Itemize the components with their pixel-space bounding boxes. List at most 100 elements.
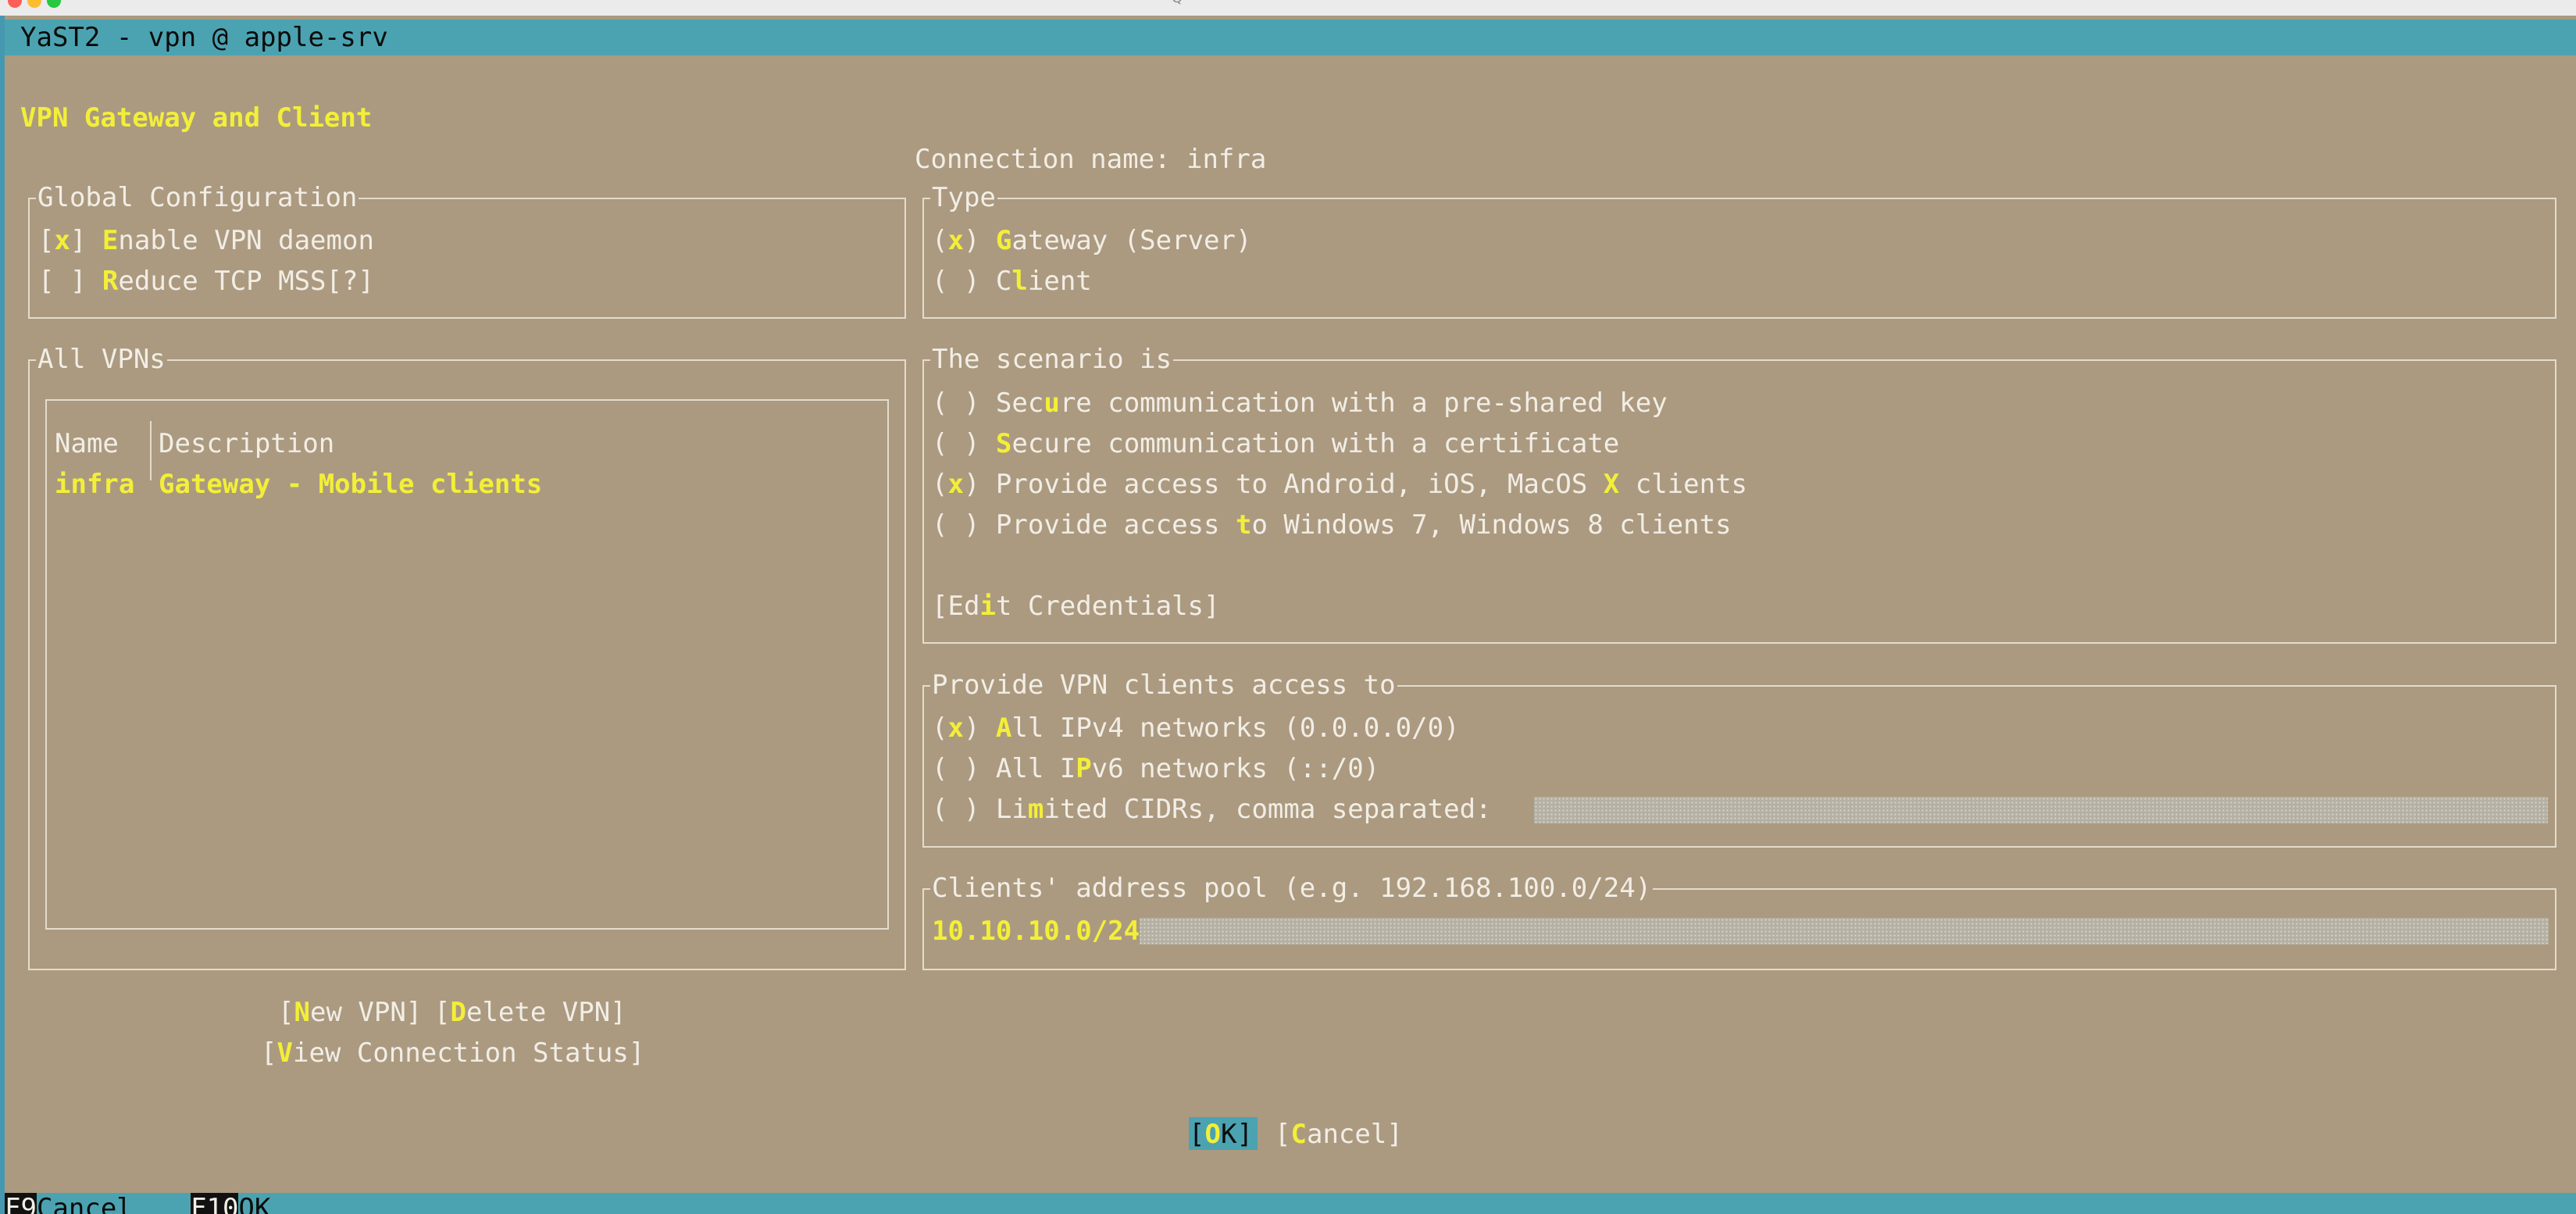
dialog-heading: VPN Gateway and Client (20, 102, 373, 134)
radio-label: re communication with a pre-shared key (1059, 387, 1668, 419)
hotkey: A (995, 712, 1012, 744)
scenario-windows-clients-radio[interactable]: ( ) Provide access to Windows 7, Windows… (932, 509, 1732, 541)
hotkey: t (1235, 509, 1252, 541)
minimize-window-icon[interactable] (27, 0, 41, 8)
function-key-bar: F9Cancel F10OK (5, 1193, 2576, 1214)
column-header-name[interactable]: Name (55, 428, 119, 459)
function-key: F10 (191, 1193, 239, 1214)
radio-label-pre: C (995, 266, 1012, 297)
radio-label: ient (1027, 266, 1092, 297)
f10-ok-key[interactable]: F10OK (191, 1193, 270, 1214)
reduce-tcp-mss-checkbox[interactable]: [ ] Reduce TCP MSS[?] (38, 266, 374, 297)
type-frame: Type (922, 182, 2556, 319)
zoom-window-icon[interactable] (47, 0, 61, 8)
hotkey: D (450, 997, 466, 1028)
hotkey: P (1076, 753, 1092, 784)
f9-cancel-key[interactable]: F9Cancel (5, 1193, 133, 1214)
function-key: F9 (5, 1193, 37, 1214)
radio-mark: x (947, 469, 964, 500)
column-separator (150, 421, 152, 480)
close-window-icon[interactable] (8, 0, 22, 8)
address-pool-input[interactable] (932, 918, 2549, 944)
hotkey: R (102, 266, 119, 297)
window-title: YaST2 - vpn @ apple-srv (20, 22, 388, 53)
checkbox-label: educe TCP MSS[?] (118, 266, 374, 297)
hotkey: X (1603, 469, 1620, 500)
hotkey: E (102, 225, 119, 256)
radio-label-pre: Li (995, 794, 1028, 825)
radio-mark (947, 753, 963, 784)
vpn-description-cell: Gateway - Mobile clients (159, 469, 543, 500)
type-title: Type (930, 182, 997, 213)
radio-label-pre: Sec (995, 387, 1044, 419)
hotkey: l (1011, 266, 1028, 297)
radio-mark: x (947, 712, 964, 744)
edit-credentials-button[interactable]: [Edit Credentials] (932, 591, 1220, 622)
button-label-pre: Ed (947, 591, 980, 622)
hotkey: N (294, 997, 310, 1028)
button-label: elete VPN (466, 997, 611, 1028)
button-label: iew Connection Status (292, 1037, 629, 1069)
hotkey: C (1290, 1119, 1307, 1150)
address-pool-title: Clients' address pool (e.g. 192.168.100.… (930, 873, 1654, 904)
hotkey: u (1044, 387, 1060, 419)
button-label: t Credentials (995, 591, 1204, 622)
hotkey: i (979, 591, 996, 622)
view-connection-status-button[interactable]: [View Connection Status] (261, 1037, 644, 1069)
limited-cidrs-input[interactable] (1534, 797, 2548, 823)
hotkey: m (1027, 794, 1044, 825)
radio-label-pre: All I (995, 753, 1076, 784)
limited-cidrs-radio[interactable]: ( ) Limited CIDRs, comma separated: (932, 794, 1492, 825)
yast-title-bar: YaST2 - vpn @ apple-srv (5, 20, 2576, 55)
radio-label-pre: Provide access (995, 509, 1236, 541)
radio-label-pre: Provide access to Android, iOS, MacOS (995, 469, 1604, 500)
terminal-screen: Q YaST2 - vpn @ apple-srv VPN Gateway an… (0, 0, 2576, 1214)
mac-titlebar: Q (0, 0, 2576, 16)
radio-label: o Windows 7, Windows 8 clients (1251, 509, 1732, 541)
hotkey: V (277, 1037, 293, 1069)
new-vpn-button[interactable]: [New VPN] (278, 997, 422, 1028)
all-ipv4-radio[interactable]: (x) All IPv4 networks (0.0.0.0/0) (932, 712, 1460, 744)
function-key-label: OK (238, 1193, 271, 1214)
global-config-frame: Global Configuration (28, 182, 906, 319)
button-label: ew VPN (309, 997, 406, 1028)
window-left-edge (0, 16, 5, 1214)
vpn-name-cell: infra (55, 469, 135, 500)
access-title: Provide VPN clients access to (930, 669, 1397, 701)
scenario-psk-radio[interactable]: ( ) Secure communication with a pre-shar… (932, 387, 1668, 419)
radio-mark (947, 428, 963, 459)
scenario-certificate-radio[interactable]: ( ) Secure communication with a certific… (932, 428, 1619, 459)
radio-mark: x (947, 225, 964, 256)
delete-vpn-button[interactable]: [Delete VPN] (434, 997, 626, 1028)
hotkey: G (995, 225, 1012, 256)
radio-label: ecure communication with a certificate (1011, 428, 1620, 459)
radio-label: v6 networks (::/0) (1091, 753, 1380, 784)
enable-vpn-daemon-checkbox[interactable]: [x] Enable VPN daemon (38, 225, 374, 256)
radio-label: clients (1619, 469, 1748, 500)
mac-title-sliver: Q (1172, 0, 1183, 6)
client-radio[interactable]: ( ) Client (932, 266, 1092, 297)
all-ipv6-radio[interactable]: ( ) All IPv6 networks (::/0) (932, 753, 1379, 784)
column-header-description[interactable]: Description (159, 428, 334, 459)
checkbox-label: nable VPN daemon (118, 225, 374, 256)
radio-mark (947, 509, 963, 541)
connection-name: Connection name: infra (915, 144, 1267, 175)
radio-label: ateway (Server) (1011, 225, 1252, 256)
radio-mark (947, 266, 963, 297)
button-label: K (1220, 1119, 1237, 1150)
radio-label: ited CIDRs, comma separated: (1044, 794, 1492, 825)
ok-button[interactable]: [OK] (1189, 1119, 1253, 1150)
hotkey: O (1204, 1119, 1221, 1150)
all-vpns-title: All VPNs (36, 344, 167, 375)
table-row-description[interactable]: Gateway - Mobile clients (159, 469, 542, 500)
hotkey: S (995, 428, 1012, 459)
global-config-title: Global Configuration (36, 182, 359, 213)
button-label: ancel (1306, 1119, 1387, 1150)
cancel-button[interactable]: [Cancel] (1275, 1119, 1403, 1150)
scenario-apple-clients-radio[interactable]: (x) Provide access to Android, iOS, MacO… (932, 469, 1747, 500)
gateway-radio[interactable]: (x) Gateway (Server) (932, 225, 1251, 256)
checkbox-mark: x (54, 225, 70, 256)
function-key-label: Cancel (36, 1193, 133, 1214)
table-row[interactable]: infra (55, 469, 134, 500)
address-pool-value: 10.10.10.0/24 (932, 916, 1140, 947)
